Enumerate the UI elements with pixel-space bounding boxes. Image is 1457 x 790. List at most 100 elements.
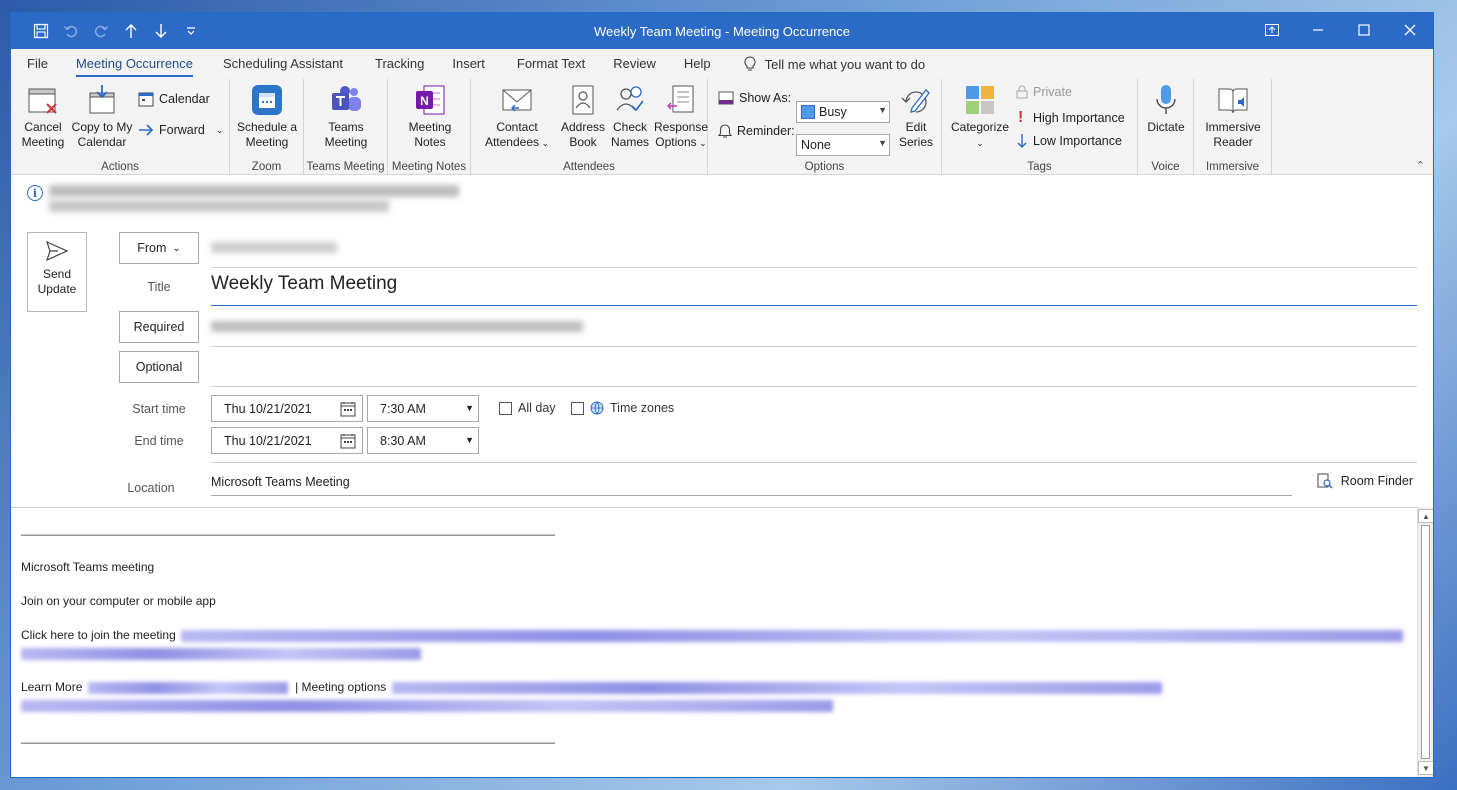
immersive-reader-button[interactable]: Immersive Reader bbox=[1200, 83, 1266, 150]
learn-more-link[interactable] bbox=[87, 681, 288, 694]
group-meeting-notes: N Meeting Notes Meeting Notes bbox=[388, 79, 471, 175]
group-voice: Dictate Voice bbox=[1138, 79, 1194, 175]
copy-to-calendar-button[interactable]: Copy to My Calendar bbox=[69, 83, 135, 150]
schedule-meeting-button[interactable]: Schedule a Meeting bbox=[234, 83, 300, 150]
teams-heading: Microsoft Teams meeting bbox=[21, 560, 155, 574]
tab-review[interactable]: Review bbox=[599, 49, 670, 79]
location-input[interactable]: Microsoft Teams Meeting bbox=[211, 475, 350, 489]
tab-help[interactable]: Help bbox=[670, 49, 725, 79]
check-names-button[interactable]: Check Names bbox=[607, 83, 653, 150]
start-date-picker[interactable]: Thu 10/21/2021 bbox=[211, 395, 363, 422]
svg-text:N: N bbox=[420, 94, 429, 108]
teams-icon bbox=[330, 83, 362, 117]
tab-scheduling-assistant[interactable]: Scheduling Assistant bbox=[207, 49, 357, 79]
forward-button[interactable]: Forward ⌄ bbox=[138, 123, 223, 137]
checkbox-box[interactable] bbox=[499, 401, 512, 415]
from-address-redacted bbox=[211, 242, 337, 253]
meeting-options-link-continued[interactable] bbox=[21, 699, 833, 712]
tab-insert[interactable]: Insert bbox=[438, 49, 499, 79]
message-body[interactable]: ________________________________________… bbox=[11, 507, 1417, 777]
required-button[interactable]: Required bbox=[119, 311, 199, 343]
reminder-dropdown[interactable]: None ▼ bbox=[796, 134, 890, 156]
contact-attendees-button[interactable]: Contact Attendees ⌄ bbox=[481, 83, 553, 151]
required-attendees-redacted bbox=[211, 321, 583, 332]
cancel-meeting-icon bbox=[27, 83, 59, 117]
ribbon-display-options-icon[interactable] bbox=[1249, 13, 1295, 47]
time-divider bbox=[211, 462, 1417, 463]
scroll-thumb[interactable] bbox=[1421, 525, 1430, 759]
send-update-button[interactable]: Send Update bbox=[27, 232, 87, 312]
collapse-ribbon-icon[interactable]: ⌃ bbox=[1416, 159, 1425, 172]
scroll-down-icon[interactable]: ▼ bbox=[1418, 761, 1433, 775]
response-options-icon bbox=[665, 83, 697, 117]
copy-calendar-icon bbox=[86, 83, 118, 117]
join-meeting-link[interactable] bbox=[181, 629, 1404, 642]
group-attendees: Contact Attendees ⌄ Address Book Check N… bbox=[471, 79, 708, 175]
tell-me-search[interactable]: Tell me what you want to do bbox=[743, 56, 925, 72]
edit-series-button[interactable]: Edit Series bbox=[894, 83, 938, 150]
show-as-icon bbox=[718, 91, 734, 105]
send-icon bbox=[46, 241, 68, 261]
response-options-button[interactable]: Response Options ⌄ bbox=[653, 83, 709, 151]
dictate-button[interactable]: Dictate bbox=[1142, 83, 1190, 135]
tab-meeting-occurrence[interactable]: Meeting Occurrence bbox=[62, 49, 207, 79]
checkbox-box[interactable] bbox=[571, 401, 584, 415]
chevron-down-icon: ▼ bbox=[878, 138, 887, 148]
join-link-continued bbox=[21, 646, 421, 660]
maximize-icon[interactable] bbox=[1341, 13, 1387, 47]
tell-me-text: Tell me what you want to do bbox=[764, 56, 926, 72]
meeting-notes-button[interactable]: N Meeting Notes bbox=[400, 83, 460, 150]
meeting-options-link[interactable] bbox=[391, 681, 1162, 694]
forward-dropdown-icon[interactable]: ⌄ bbox=[216, 125, 224, 136]
calendar-button[interactable]: Calendar bbox=[138, 91, 210, 107]
tab-file[interactable]: File bbox=[11, 49, 62, 79]
group-tags: Categorize ⌄ Private ! High Importance Lo… bbox=[942, 79, 1138, 175]
scroll-up-icon[interactable]: ▲ bbox=[1418, 509, 1433, 523]
title-underline bbox=[211, 305, 1417, 306]
show-as-dropdown[interactable]: Busy ▼ bbox=[796, 101, 890, 123]
teams-meeting-button[interactable]: Teams Meeting bbox=[318, 83, 374, 150]
click-here-line: Click here to join the meeting bbox=[21, 628, 1404, 642]
all-day-checkbox[interactable]: All day bbox=[499, 401, 556, 415]
options-link-continued bbox=[21, 698, 833, 712]
end-date-picker[interactable]: Thu 10/21/2021 bbox=[211, 427, 363, 454]
chevron-down-icon: ⌄ bbox=[172, 242, 181, 254]
required-divider bbox=[211, 346, 1417, 347]
end-time-dropdown[interactable]: 8:30 AM ▼ bbox=[367, 427, 479, 454]
tab-tracking[interactable]: Tracking bbox=[357, 49, 438, 79]
private-button[interactable]: Private bbox=[1016, 85, 1072, 99]
calendar-icon[interactable] bbox=[340, 433, 356, 449]
from-button[interactable]: From ⌄ bbox=[119, 232, 199, 264]
check-names-icon bbox=[614, 83, 646, 117]
tab-format-text[interactable]: Format Text bbox=[499, 49, 599, 79]
categorize-button[interactable]: Categorize ⌄ bbox=[950, 83, 1010, 151]
window-title: Weekly Team Meeting - Meeting Occurrence bbox=[593, 24, 850, 39]
close-icon[interactable] bbox=[1387, 13, 1433, 47]
chevron-down-icon: ▼ bbox=[465, 435, 474, 445]
zoom-calendar-icon bbox=[251, 83, 283, 117]
join-meeting-link-continued[interactable] bbox=[21, 647, 421, 660]
location-underline bbox=[211, 495, 1292, 496]
info-message-redacted bbox=[49, 185, 459, 212]
start-time-dropdown[interactable]: 7:30 AM ▼ bbox=[367, 395, 479, 422]
info-icon: i bbox=[27, 185, 43, 201]
calendar-icon[interactable] bbox=[340, 401, 356, 417]
onenote-icon: N bbox=[414, 83, 446, 117]
low-importance-button[interactable]: Low Importance bbox=[1016, 133, 1122, 149]
cancel-meeting-button[interactable]: Cancel Meeting bbox=[17, 83, 69, 150]
address-book-button[interactable]: Address Book bbox=[557, 83, 609, 150]
immersive-reader-icon bbox=[1217, 83, 1249, 117]
high-importance-button[interactable]: ! High Importance bbox=[1018, 109, 1125, 127]
bell-icon bbox=[718, 124, 732, 138]
ribbon: Cancel Meeting Copy to My Calendar Calen… bbox=[11, 79, 1433, 175]
room-finder-button[interactable]: Room Finder bbox=[1317, 473, 1413, 489]
chevron-down-icon: ▼ bbox=[878, 105, 887, 115]
optional-button[interactable]: Optional bbox=[119, 351, 199, 383]
end-time-label: End time bbox=[134, 434, 184, 448]
optional-divider bbox=[211, 386, 1417, 387]
time-zones-checkbox[interactable]: Time zones bbox=[571, 401, 674, 415]
minimize-icon[interactable] bbox=[1295, 13, 1341, 47]
body-scrollbar[interactable]: ▲ ▼ bbox=[1417, 507, 1433, 777]
title-input[interactable]: Weekly Team Meeting bbox=[211, 273, 397, 295]
title-label: Title bbox=[147, 280, 171, 294]
